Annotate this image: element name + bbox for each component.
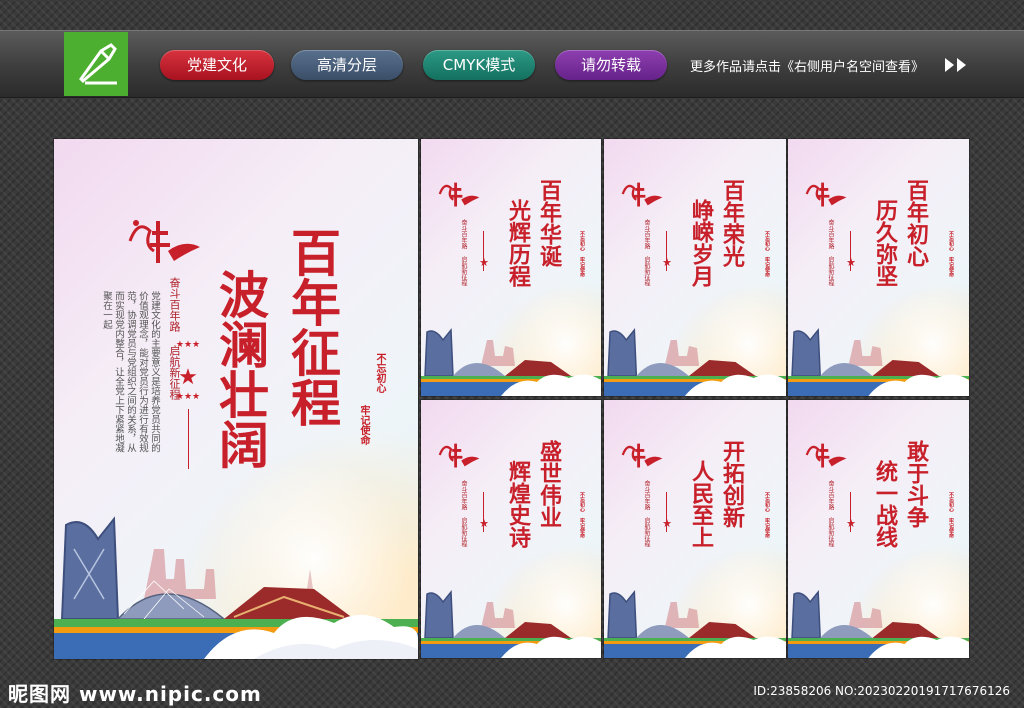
china-dream-logo (438, 443, 480, 468)
slogan-right: 牢记使命 (358, 405, 369, 445)
slogan: 不忘初心 牢记使命 (579, 492, 585, 538)
tag-hd-layered[interactable]: 高清分层 (291, 50, 403, 80)
stars-decoration: ★★★ (175, 392, 201, 402)
star-icon: ★ (479, 256, 489, 269)
poster-title-line2: 人民至上 (688, 460, 714, 548)
china-dream-logo (128, 220, 200, 263)
poster-title-line1: 开拓创新 (719, 440, 745, 528)
more-works-link[interactable]: 更多作品请点击《右侧用户名空间查看》 (690, 56, 924, 75)
city-skyline-illustration (788, 327, 969, 396)
main-title: 百年征程 (283, 227, 342, 427)
china-dream-logo (621, 182, 663, 207)
poster-4: 奋斗百年路 启航新征程 ★ 盛世伟业 辉煌史诗 不忘初心 牢记使命 (421, 400, 601, 658)
main-poster: 党建文化的主要意义是培养党员共同的价值观理念，能对党员行为进行有效规范，协调党员… (54, 139, 418, 659)
tag-cmyk-mode[interactable]: CMYK模式 (423, 50, 535, 80)
star-icon: ★ (662, 517, 672, 530)
poster-subtitle: 奋斗百年路 启航新征程 (827, 480, 834, 547)
stars-decoration: ★★★ (175, 340, 201, 350)
city-skyline-illustration (604, 589, 786, 658)
poster-3: 奋斗百年路 启航新征程 ★ 百年初心 历久弥坚 不忘初心 牢记使命 (788, 139, 969, 396)
star-icon: ★ (662, 256, 672, 269)
poster-subtitle: 奋斗百年路 启航新征程 (643, 219, 650, 286)
intro-paragraph: 党建文化的主要意义是培养党员共同的价值观理念，能对党员行为进行有效规范，协调党员… (101, 291, 160, 453)
poster-title-line2: 辉煌史诗 (505, 460, 531, 548)
site-logo[interactable] (64, 32, 128, 96)
poster-subtitle: 奋斗百年路 启航新征程 (460, 480, 467, 547)
city-skyline-illustration (421, 327, 601, 396)
poster-title-line1: 百年初心 (903, 179, 929, 267)
china-dream-logo (805, 443, 847, 468)
china-dream-logo (621, 443, 663, 468)
poster-title-line2: 历久弥坚 (872, 199, 898, 287)
slogan-left: 不忘初心 (374, 353, 385, 393)
poster-title-line1: 百年华诞 (536, 179, 562, 267)
nipic-watermark: 昵图网 www.nipic.com (8, 682, 262, 706)
city-skyline-illustration (788, 589, 969, 658)
poster-subtitle: 奋斗百年路 启航新征程 (827, 219, 834, 286)
slogan: 不忘初心 牢记使命 (948, 231, 954, 277)
tag-party-culture[interactable]: 党建文化 (160, 50, 274, 80)
star-icon: ★ (479, 517, 489, 530)
city-skyline-illustration (421, 589, 601, 658)
pen-nib-icon (79, 43, 117, 85)
double-arrow-right-icon[interactable] (943, 56, 971, 74)
tag-no-repost[interactable]: 请勿转载 (555, 50, 667, 80)
city-skyline-illustration (604, 327, 786, 396)
poster-title-line1: 敢于斗争 (903, 440, 929, 528)
main-title-2: 波澜壮阔 (211, 269, 270, 469)
divider-line (188, 409, 189, 469)
slogan: 不忘初心 牢记使命 (764, 492, 770, 538)
poster-5: 奋斗百年路 启航新征程 ★ 开拓创新 人民至上 不忘初心 牢记使命 (604, 400, 786, 658)
image-id-text: ID:23858206 NO:20230220191717676126 (753, 684, 1010, 698)
china-dream-logo (438, 182, 480, 207)
poster-subtitle: 奋斗百年路 启航新征程 (460, 219, 467, 286)
poster-1: 奋斗百年路 启航新征程 ★ 百年华诞 光辉历程 不忘初心 牢记使命 (421, 139, 601, 396)
poster-title-line1: 百年荣光 (719, 179, 745, 267)
star-icon: ★ (846, 517, 856, 530)
china-dream-logo (805, 182, 847, 207)
poster-6: 奋斗百年路 启航新征程 ★ 敢于斗争 统一战线 不忘初心 牢记使命 (788, 400, 969, 658)
poster-subtitle: 奋斗百年路 启航新征程 (643, 480, 650, 547)
star-icon: ★ (846, 256, 856, 269)
slogan: 不忘初心 牢记使命 (579, 231, 585, 277)
slogan: 不忘初心 牢记使命 (764, 231, 770, 277)
poster-2: 奋斗百年路 启航新征程 ★ 百年荣光 峥嵘岁月 不忘初心 牢记使命 (604, 139, 786, 396)
slogan: 不忘初心 牢记使命 (948, 492, 954, 538)
poster-title-line2: 统一战线 (872, 460, 898, 548)
star-icon: ★ (178, 365, 198, 390)
poster-title-line2: 峥嵘岁月 (688, 199, 714, 287)
city-skyline-illustration (54, 516, 418, 659)
poster-title-line1: 盛世伟业 (536, 440, 562, 528)
poster-title-line2: 光辉历程 (505, 199, 531, 287)
